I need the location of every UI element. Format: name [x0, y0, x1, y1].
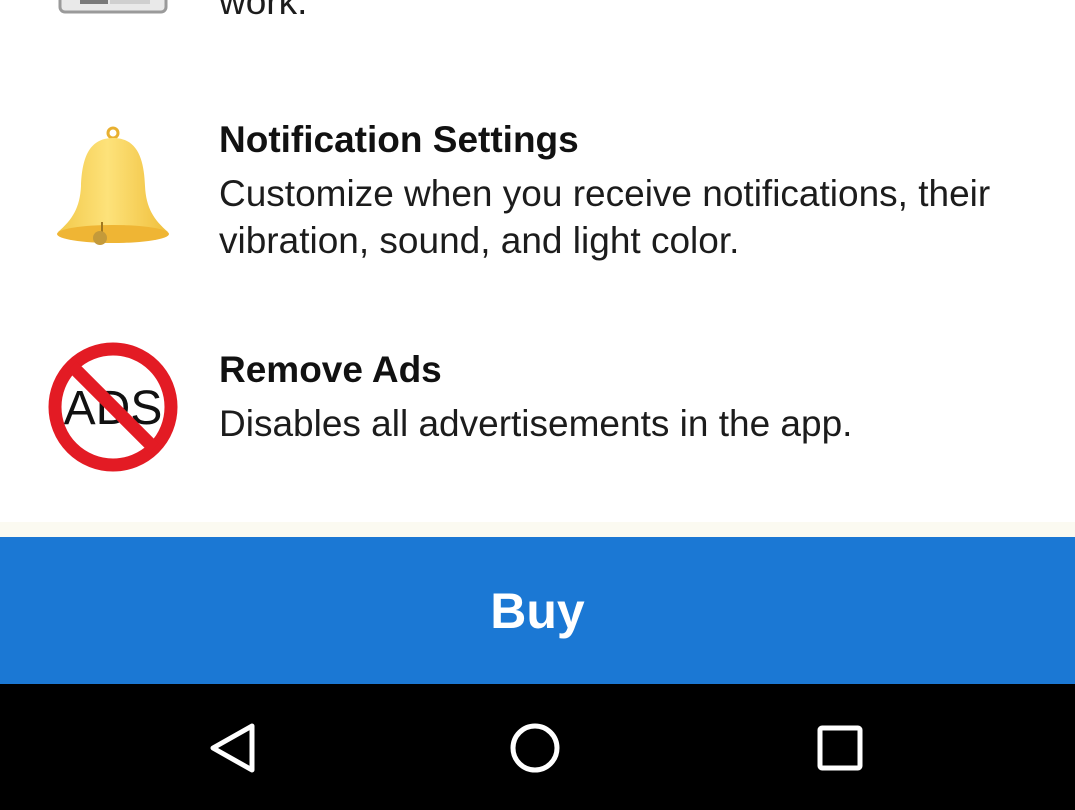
feature-item: work. — [0, 0, 1075, 60]
buy-button[interactable]: Buy — [0, 537, 1075, 684]
back-icon[interactable] — [188, 704, 278, 794]
settings-window-icon — [58, 0, 168, 16]
feature-item: Notification Settings Customize when you… — [0, 110, 1075, 270]
bell-icon — [54, 126, 172, 246]
upgrade-screen: work. Notification Settings Customize wh… — [0, 0, 1075, 810]
feature-item: ADS Remove Ads Disables all advertisemen… — [0, 340, 1075, 490]
system-navigation-bar — [0, 684, 1075, 810]
feature-text: Notification Settings Customize when you… — [219, 118, 1019, 264]
divider — [0, 522, 1075, 537]
recents-icon[interactable] — [794, 704, 884, 794]
feature-text: work. — [219, 0, 1019, 25]
feature-title: Notification Settings — [219, 119, 579, 160]
feature-description: Customize when you receive notifications… — [219, 173, 991, 261]
feature-title: Remove Ads — [219, 349, 442, 390]
no-ads-icon: ADS — [46, 340, 180, 474]
feature-text: Remove Ads Disables all advertisements i… — [219, 348, 1019, 447]
feature-description: Disables all advertisements in the app. — [219, 403, 853, 444]
feature-description: work. — [219, 0, 308, 22]
home-icon[interactable] — [490, 704, 580, 794]
